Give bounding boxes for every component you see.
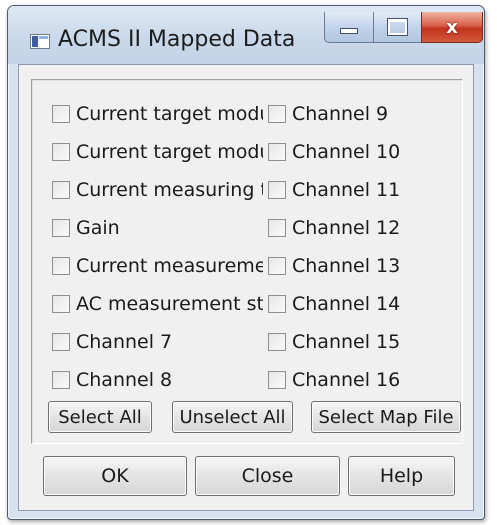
checkbox-label: Channel 12 [292,217,401,239]
app-icon [30,34,50,49]
checkbox-box[interactable] [268,333,286,351]
checkbox-channel-16[interactable]: Channel 16 [268,367,448,393]
checkbox-label: Gain [76,217,120,239]
checkbox-label: Channel 9 [292,103,389,125]
checkbox-box[interactable] [268,143,286,161]
checkbox-label: Channel 11 [292,179,401,201]
close-icon: x [446,16,458,38]
title-bar[interactable]: ACMS II Mapped Data x [8,6,484,64]
checkbox-label: Channel 7 [76,331,173,353]
checkbox-box[interactable] [52,295,70,313]
checkbox-current-target-module-1[interactable]: Current target modu [52,101,263,127]
select-all-button[interactable]: Select All [48,401,152,433]
unselect-all-button[interactable]: Unselect All [172,401,293,433]
checkbox-box[interactable] [52,143,70,161]
channel-selection-panel: Current target modu Current target modu … [31,79,463,444]
close-window-button[interactable]: x [421,12,483,43]
checkbox-channel-11[interactable]: Channel 11 [268,177,448,203]
checkbox-box[interactable] [268,257,286,275]
acms-mapped-data-window: ACMS II Mapped Data x Current target mod… [7,5,485,520]
checkbox-box[interactable] [52,371,70,389]
checkbox-label: Channel 8 [76,369,173,391]
maximize-icon [387,18,408,36]
checkbox-channel-8[interactable]: Channel 8 [52,367,263,393]
checkbox-box[interactable] [268,371,286,389]
ok-button[interactable]: OK [43,456,187,496]
checkbox-label: Channel 10 [292,141,401,163]
checkbox-box[interactable] [52,181,70,199]
checkbox-box[interactable] [268,181,286,199]
checkbox-current-measuring-time[interactable]: Current measuring ti [52,177,263,203]
checkbox-label: Current measuremei [76,255,263,277]
checkbox-box[interactable] [268,219,286,237]
checkbox-gain[interactable]: Gain [52,215,263,241]
checkbox-box[interactable] [52,105,70,123]
close-button[interactable]: Close [195,456,340,496]
checkbox-label: Current measuring ti [76,179,263,201]
maximize-button[interactable] [373,12,422,43]
checkbox-label: Current target modu [76,103,263,125]
checkbox-ac-measurement-state[interactable]: AC measurement st. [52,291,263,317]
checkbox-label: Channel 16 [292,369,401,391]
checkbox-channel-14[interactable]: Channel 14 [268,291,448,317]
checkbox-channel-15[interactable]: Channel 15 [268,329,448,355]
checkbox-channel-13[interactable]: Channel 13 [268,253,448,279]
checkbox-current-target-module-2[interactable]: Current target modu [52,139,263,165]
checkbox-label: AC measurement st. [76,293,263,315]
checkbox-channel-10[interactable]: Channel 10 [268,139,448,165]
minimize-button[interactable] [324,12,374,43]
checkbox-box[interactable] [268,295,286,313]
dialog-body: Current target modu Current target modu … [18,64,474,511]
checkbox-box[interactable] [52,219,70,237]
checkbox-label: Channel 13 [292,255,401,277]
checkbox-box[interactable] [52,333,70,351]
checkbox-channel-12[interactable]: Channel 12 [268,215,448,241]
window-title: ACMS II Mapped Data [58,27,296,52]
help-button[interactable]: Help [348,456,455,496]
checkbox-channel-9[interactable]: Channel 9 [268,101,448,127]
checkbox-box[interactable] [268,105,286,123]
select-map-file-button[interactable]: Select Map File [311,401,461,433]
checkbox-current-measurement[interactable]: Current measuremei [52,253,263,279]
checkbox-label: Channel 14 [292,293,401,315]
checkbox-label: Current target modu [76,141,263,163]
minimize-icon [340,28,358,34]
checkbox-channel-7[interactable]: Channel 7 [52,329,263,355]
checkbox-label: Channel 15 [292,331,401,353]
checkbox-box[interactable] [52,257,70,275]
